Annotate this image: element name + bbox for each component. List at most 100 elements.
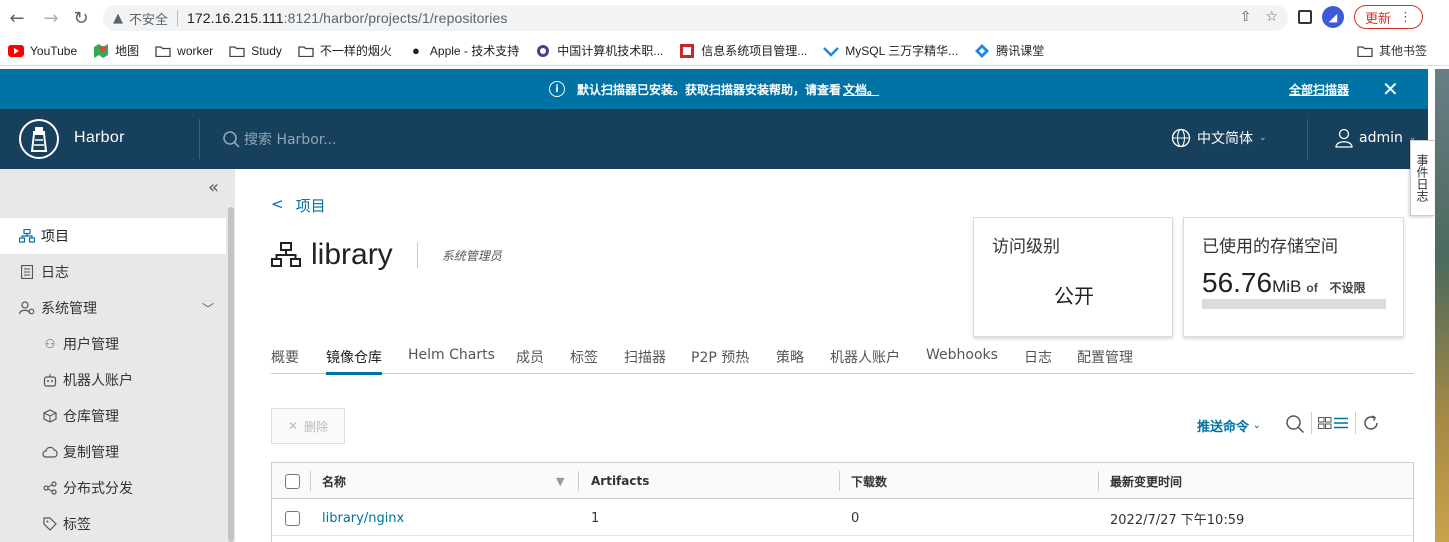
bookmark-fireworks[interactable]: 不一样的烟火 [298, 42, 392, 59]
tab-configuration[interactable]: 配置管理 [1077, 347, 1133, 374]
bookmark-mysql[interactable]: MySQL 三万字精华... [823, 42, 958, 59]
sidebar-scrollbar[interactable] [228, 207, 234, 542]
repository-link[interactable]: library/nginx [322, 500, 404, 536]
tab-summary[interactable]: 概要 [271, 347, 326, 374]
tab-helm-charts[interactable]: Helm Charts [408, 347, 516, 374]
forward-arrow-icon[interactable]: → [38, 5, 64, 31]
column-pulls[interactable]: 下载数 [851, 463, 887, 499]
language-selector[interactable]: 中文简体 ⌄ [1171, 128, 1267, 148]
row-checkbox[interactable] [285, 500, 300, 536]
sidebar-item-logs[interactable]: 日志 [0, 254, 226, 290]
filter-icon[interactable]: ▼ [556, 463, 564, 499]
bookmark-study[interactable]: Study [229, 43, 282, 59]
artifacts-count: 1 [591, 510, 600, 526]
header-divider [1307, 119, 1308, 159]
sidebar-item-label: 复制管理 [63, 445, 119, 461]
project-icon [271, 242, 301, 268]
logs-icon [19, 265, 35, 279]
folder-icon [229, 43, 245, 59]
select-all-checkbox[interactable] [285, 463, 300, 499]
sidebar-item-distributions[interactable]: 分布式分发 [0, 470, 226, 506]
sidebar-item-registries[interactable]: 仓库管理 [0, 398, 226, 434]
sidebar-item-label: 标签 [63, 517, 91, 533]
list-view-icon[interactable] [1334, 417, 1348, 429]
tab-policy[interactable]: 策略 [776, 347, 830, 374]
chevron-down-icon: ⌄ [1253, 420, 1261, 431]
search-input[interactable]: 搜索 Harbor... [244, 129, 337, 149]
user-menu[interactable]: admin ⌄ [1335, 128, 1416, 148]
tab-webhooks[interactable]: Webhooks [926, 347, 1024, 374]
tab-scanner[interactable]: 扫描器 [624, 347, 691, 374]
delete-button[interactable]: ✕ 删除 [271, 408, 345, 444]
sidebar-item-label: 系统管理 [41, 301, 97, 317]
sidebar-item-labels[interactable]: 标签 [0, 506, 226, 542]
push-command-label: 推送命令 [1197, 420, 1250, 435]
tab-logs[interactable]: 日志 [1024, 347, 1077, 374]
folder-icon [155, 43, 171, 59]
sidebar-toggle-icon[interactable] [1298, 10, 1312, 24]
app-header: Harbor 搜索 Harbor... 中文简体 ⌄ admin ⌄ [0, 109, 1428, 169]
site-icon [823, 43, 840, 59]
back-to-projects-link[interactable]: < 项目 [271, 195, 326, 216]
tab-members[interactable]: 成员 [516, 347, 570, 374]
global-search[interactable]: 搜索 Harbor... [222, 129, 337, 149]
bookmark-other[interactable]: 其他书签 [1357, 42, 1427, 59]
chevron-down-icon[interactable]: ﹀ [202, 300, 214, 317]
harbor-logo-icon[interactable] [19, 119, 59, 159]
card-view-icon[interactable] [1318, 417, 1332, 429]
bookmark-star-icon[interactable]: ☆ [1265, 9, 1278, 25]
share-icon[interactable]: ⇧ [1240, 9, 1252, 25]
reload-icon[interactable]: ↻ [68, 5, 94, 31]
column-name[interactable]: 名称 [322, 463, 346, 499]
address-bar[interactable]: ▲ 不安全 172.16.215.111:8121/harbor/project… [103, 5, 1288, 31]
banner-doc-link[interactable]: 文档。 [843, 81, 879, 98]
event-log-tab[interactable]: 事件日志 [1410, 140, 1434, 216]
sidebar-item-projects[interactable]: 项目 [0, 218, 226, 254]
apple-icon: ● [411, 43, 420, 58]
column-updated[interactable]: 最新变更时间 [1110, 463, 1182, 499]
sidebar-item-administration[interactable]: 系统管理 ﹀ [0, 290, 226, 326]
site-icon [679, 43, 695, 59]
push-command-dropdown[interactable]: 推送命令 ⌄ [1197, 416, 1261, 435]
table-header: 名称 ▼ Artifacts 下载数 最新变更时间 [272, 463, 1413, 499]
bookmark-apple[interactable]: ● Apple - 技术支持 [408, 42, 519, 59]
project-title: library 系统管理员 [271, 238, 502, 272]
chevron-left-icon: < [271, 195, 284, 213]
bookmark-pm[interactable]: 信息系统项目管理... [679, 42, 807, 59]
column-divider [1098, 471, 1099, 491]
tab-robot-accounts[interactable]: 机器人账户 [830, 347, 926, 374]
column-artifacts[interactable]: Artifacts [591, 463, 649, 499]
toolbar-divider [1311, 412, 1312, 434]
bookmark-worker[interactable]: worker [155, 43, 213, 59]
bookmark-maps[interactable]: 地图 [93, 42, 139, 59]
close-icon: ✕ [287, 419, 299, 433]
bookmark-youtube[interactable]: YouTube [8, 43, 77, 59]
collapse-sidebar-icon[interactable]: « [208, 177, 219, 198]
sidebar-item-replications[interactable]: 复制管理 [0, 434, 226, 470]
info-icon: i [548, 81, 565, 97]
admin-icon [19, 301, 35, 315]
tab-repositories[interactable]: 镜像仓库 [326, 347, 382, 375]
close-icon[interactable]: ✕ [1382, 77, 1399, 101]
back-arrow-icon[interactable]: ← [4, 5, 30, 31]
sidebar-item-label: 仓库管理 [63, 409, 119, 425]
projects-icon [19, 229, 35, 243]
bookmark-tencent[interactable]: 腾讯课堂 [974, 42, 1044, 59]
update-button[interactable]: 更新 ⋮ [1354, 5, 1424, 29]
storage-card: 已使用的存储空间 56.76MiB of 不设限 [1183, 217, 1404, 337]
profile-avatar[interactable]: ◢ [1322, 6, 1344, 28]
bookmark-ccf[interactable]: 中国计算机技术职... [535, 42, 663, 59]
url-text: 172.16.215.111:8121/harbor/projects/1/re… [187, 10, 508, 26]
search-icon[interactable] [1285, 414, 1305, 434]
all-scanners-link[interactable]: 全部扫描器 [1289, 81, 1349, 98]
replication-icon [42, 446, 58, 458]
registry-icon [42, 409, 58, 423]
tab-labels[interactable]: 标签 [570, 347, 624, 374]
sidebar-item-users[interactable]: ⚇ 用户管理 [0, 326, 226, 362]
sidebar-item-label: 分布式分发 [63, 481, 133, 497]
project-tabs: 概要 镜像仓库 Helm Charts 成员 标签 扫描器 P2P 预热 策略 … [271, 347, 1414, 375]
brand-name[interactable]: Harbor [74, 129, 125, 147]
sidebar-item-robot-accounts[interactable]: 机器人账户 [0, 362, 226, 398]
tab-p2p-preheat[interactable]: P2P 预热 [691, 347, 776, 374]
refresh-icon[interactable] [1362, 414, 1380, 432]
